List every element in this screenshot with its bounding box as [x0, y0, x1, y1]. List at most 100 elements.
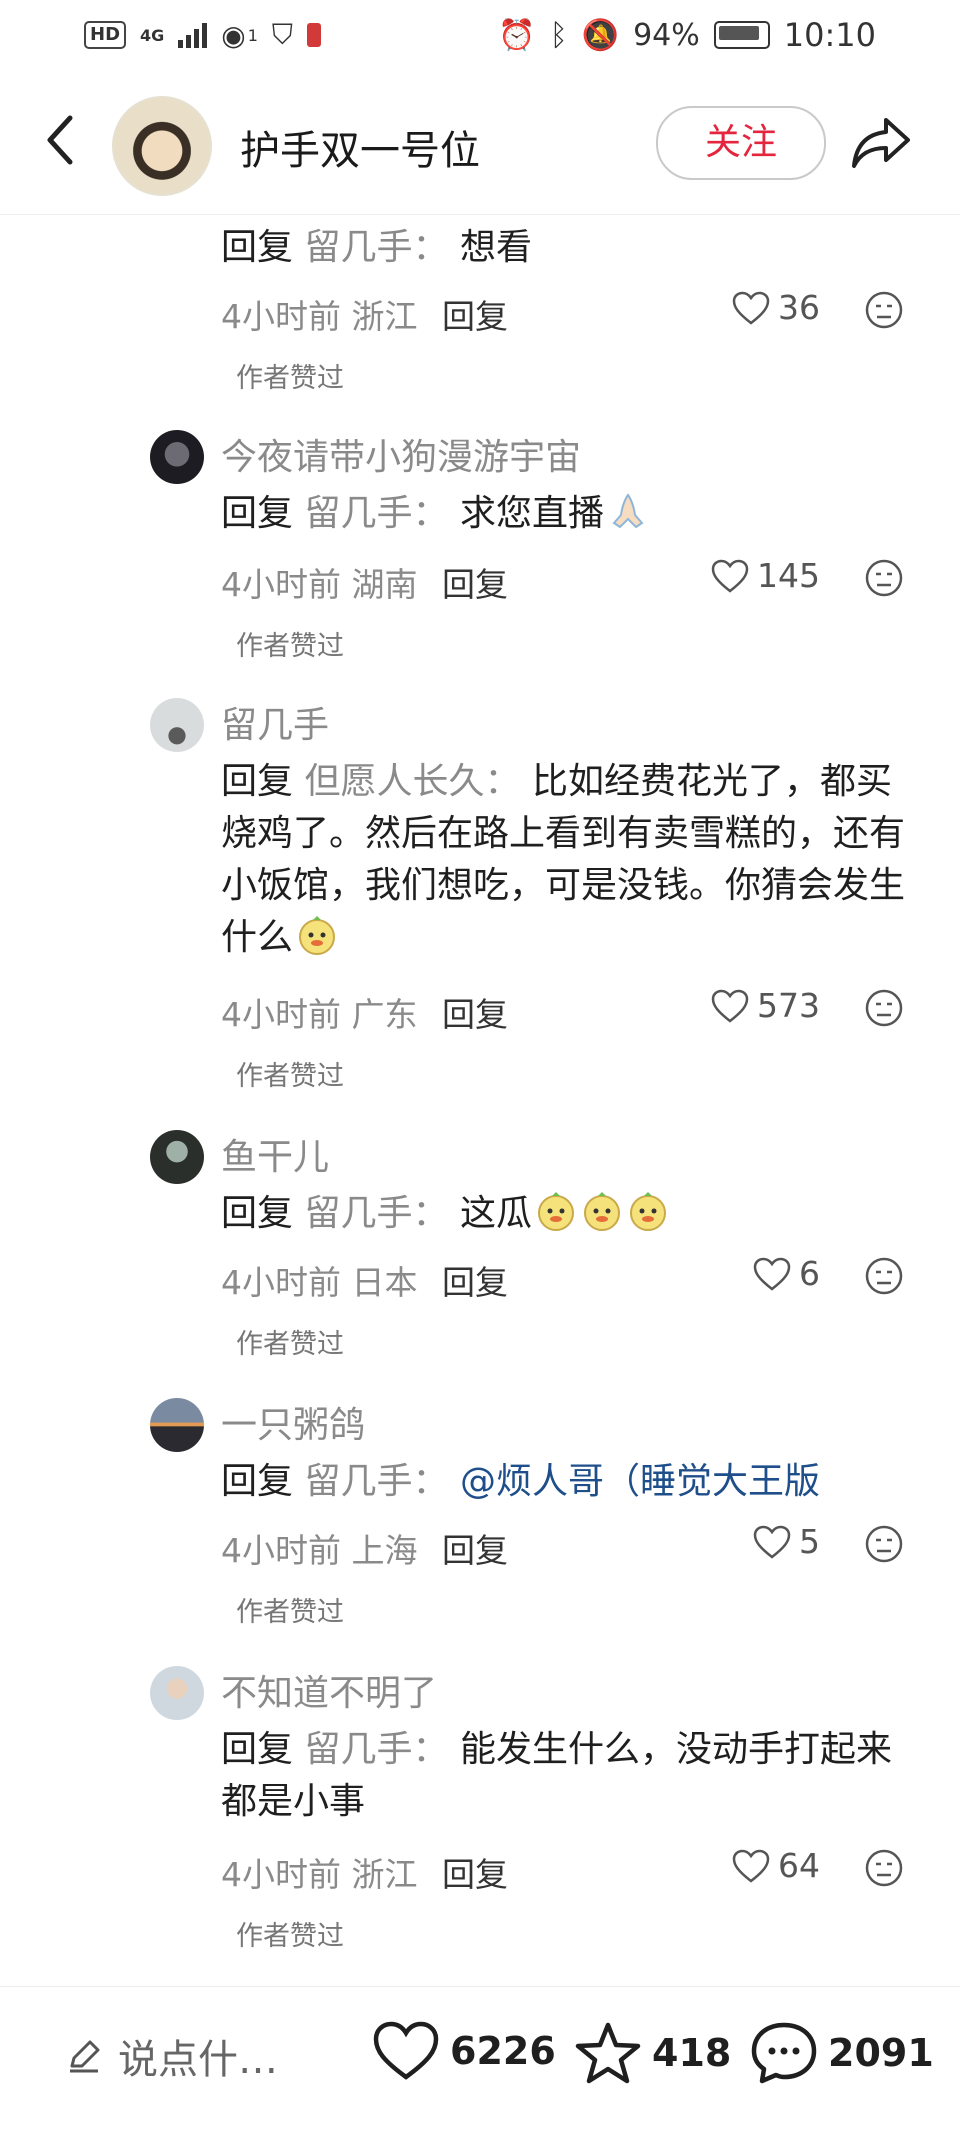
reply-prefix: 回复	[221, 1193, 294, 1234]
pencil-icon	[70, 2040, 100, 2073]
reply-target[interactable]: 留几手：	[304, 1193, 448, 1234]
like-button[interactable]: 145	[711, 556, 820, 595]
user-avatar[interactable]	[150, 1666, 204, 1720]
comment-location: 上海	[351, 1531, 418, 1570]
like-count: 573	[757, 986, 820, 1025]
like-button[interactable]: 36	[732, 288, 820, 327]
reply-target[interactable]: 留几手：	[304, 1729, 448, 1770]
author-liked-tag: 作者赞过	[236, 1329, 344, 1360]
comment-text: 这瓜	[459, 1193, 532, 1234]
bluetooth-icon: ᛒ	[549, 17, 568, 53]
like-post-button[interactable]: 6226	[372, 2021, 556, 2081]
alarm-icon: ⏰	[498, 17, 536, 53]
author-liked-tag: 作者赞过	[236, 363, 344, 394]
comment-body: 回复 留几手： 求您直播	[221, 488, 921, 540]
reply-prefix: 回复	[221, 761, 294, 802]
reply-button[interactable]: 回复	[442, 995, 508, 1034]
comment-time: 4小时前	[221, 565, 341, 604]
author-liked-tag: 作者赞过	[236, 1921, 344, 1952]
comment-text: 求您直播	[459, 493, 604, 534]
heart-icon	[732, 1849, 770, 1883]
status-bar: HD 4G ◉ 1 ⛉ ⏰ ᛒ 🔕 94% 10:10	[0, 0, 960, 72]
reply-target[interactable]: 留几手：	[304, 1461, 448, 1502]
comment-username[interactable]: 今夜请带小狗漫游宇宙	[221, 428, 581, 480]
heart-icon	[711, 559, 749, 593]
like-button[interactable]: 6	[753, 1254, 820, 1293]
melon-face-emoji-icon	[629, 1192, 666, 1231]
praying-hands-emoji-icon	[612, 493, 644, 529]
share-icon	[852, 118, 910, 168]
reply-button[interactable]: 回复	[442, 1263, 508, 1302]
dislike-face-icon[interactable]	[864, 558, 904, 598]
comment-time: 4小时前	[221, 1855, 341, 1894]
chevron-left-icon	[47, 115, 73, 165]
speech-bubble-icon	[751, 2022, 817, 2084]
post-like-count: 6226	[450, 2029, 556, 2073]
comment-username[interactable]: 不知道不明了	[221, 1664, 437, 1716]
like-button[interactable]: 573	[711, 986, 820, 1025]
heart-icon	[753, 1525, 791, 1559]
like-count: 6	[799, 1254, 820, 1293]
status-right: ⏰ ᛒ 🔕 94% 10:10	[498, 16, 876, 54]
reply-prefix: 回复	[221, 493, 294, 534]
dislike-face-icon[interactable]	[864, 1848, 904, 1888]
header-divider	[0, 214, 960, 215]
melon-face-emoji-icon	[537, 1192, 574, 1231]
comment-meta: 4小时前 浙江 回复	[221, 290, 508, 338]
user-avatar[interactable]	[150, 430, 204, 484]
user-avatar[interactable]	[150, 1398, 204, 1452]
hotspot-count: 1	[247, 25, 258, 45]
battery-icon	[713, 21, 770, 49]
reply-target[interactable]: 但愿人长久：	[304, 761, 520, 802]
user-avatar[interactable]	[150, 698, 204, 752]
like-button[interactable]: 5	[753, 1522, 820, 1561]
mention-link[interactable]: @烦人哥（睡觉大王版	[460, 1461, 820, 1502]
author-avatar[interactable]	[112, 96, 212, 196]
author-liked-tag: 作者赞过	[236, 1061, 344, 1092]
network-label: 4G	[140, 25, 165, 45]
status-left: HD 4G ◉ 1 ⛉	[84, 18, 321, 52]
comment-body: 回复 留几手： 这瓜	[221, 1188, 921, 1240]
reply-target[interactable]: 留几手：	[304, 227, 448, 268]
comment-time: 4小时前	[221, 1531, 341, 1570]
comment-body: 回复 留几手： 能发生什么，没动手打起来都是小事	[221, 1724, 911, 1828]
bottom-action-bar: 说点什… 6226 418 2091	[0, 1987, 960, 2133]
comment-count: 2091	[828, 2031, 934, 2075]
comment-location: 日本	[351, 1263, 418, 1302]
back-button[interactable]	[36, 110, 86, 170]
comment-meta: 4小时前 上海 回复	[221, 1524, 508, 1572]
user-avatar[interactable]	[150, 1130, 204, 1184]
page-header: 护手双一号位 关注	[0, 80, 960, 210]
favorite-button[interactable]: 418	[574, 2021, 731, 2085]
comment-meta: 4小时前 浙江 回复	[221, 1848, 508, 1896]
comment-username[interactable]: 留几手	[221, 696, 329, 748]
comment-time: 4小时前	[221, 297, 341, 336]
author-liked-tag: 作者赞过	[236, 631, 344, 662]
share-button[interactable]	[850, 114, 912, 170]
heart-icon	[732, 291, 770, 325]
like-count: 5	[799, 1522, 820, 1561]
clock: 10:10	[783, 16, 876, 54]
comment-text: 想看	[459, 227, 532, 268]
dislike-face-icon[interactable]	[864, 1524, 904, 1564]
dislike-face-icon[interactable]	[864, 1256, 904, 1296]
dislike-face-icon[interactable]	[864, 988, 904, 1028]
reply-target[interactable]: 留几手：	[304, 493, 448, 534]
hd-indicator: HD	[84, 21, 127, 49]
comment-meta: 4小时前 湖南 回复	[221, 558, 508, 606]
reply-button[interactable]: 回复	[442, 1855, 508, 1894]
comment-username[interactable]: 鱼干儿	[221, 1128, 329, 1180]
comment-username[interactable]: 一只粥鸽	[221, 1396, 365, 1448]
comment-meta: 4小时前 广东 回复	[221, 988, 508, 1036]
reply-button[interactable]: 回复	[442, 297, 508, 336]
comment-time: 4小时前	[221, 995, 341, 1034]
reply-button[interactable]: 回复	[442, 565, 508, 604]
dislike-face-icon[interactable]	[864, 290, 904, 330]
star-icon	[575, 2022, 641, 2084]
app-notification-icon	[306, 23, 321, 47]
reply-button[interactable]: 回复	[442, 1531, 508, 1570]
comments-button[interactable]: 2091	[750, 2021, 934, 2085]
like-button[interactable]: 64	[732, 1846, 820, 1885]
comment-input[interactable]: 说点什…	[66, 2027, 278, 2085]
follow-button[interactable]: 关注	[656, 106, 826, 180]
